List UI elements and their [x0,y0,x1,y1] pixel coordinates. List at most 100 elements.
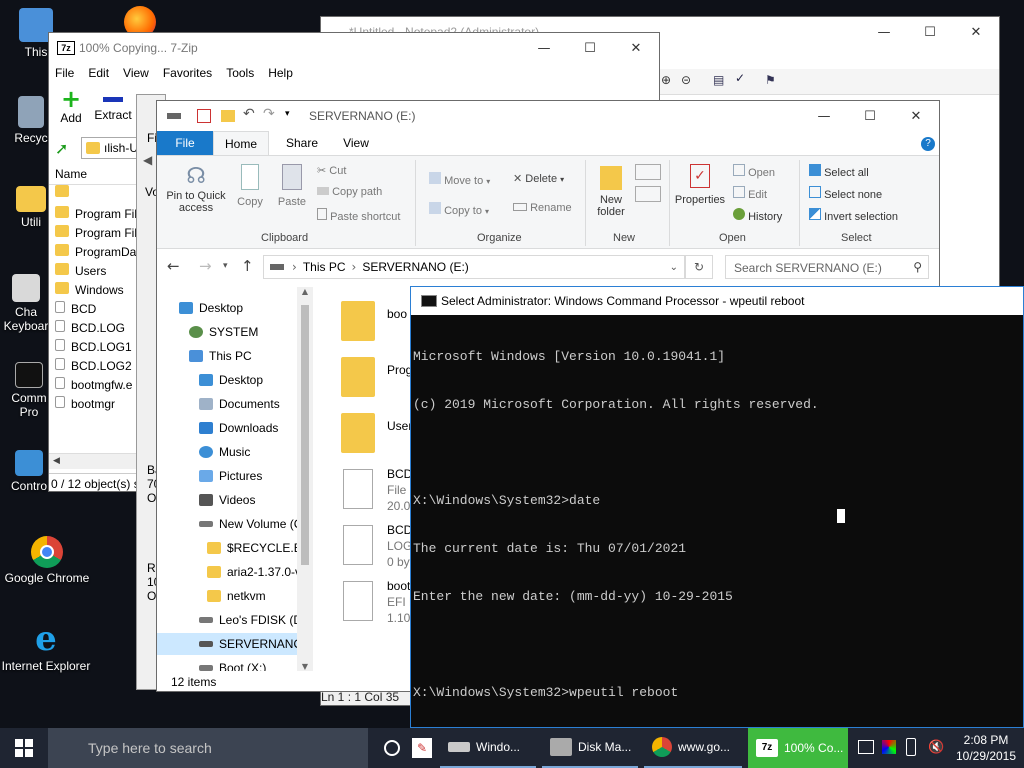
lock-icon[interactable]: ⚑ [765,73,776,87]
7zip-extract-button[interactable]: Extract [91,87,135,122]
tree-item-videos[interactable]: Videos [199,489,255,511]
tree-item-new-volume[interactable]: New Volume (C [199,513,302,535]
tree-item-netkvm[interactable]: netkvm [207,585,266,607]
taskbar-button-chrome[interactable]: www.go... [644,728,742,768]
7zip-add-button[interactable]: + Add [53,87,89,125]
properties-icon[interactable] [197,109,211,123]
file-name[interactable]: Prog [387,363,412,377]
tray-usb-icon[interactable] [906,738,916,756]
tree-item-servernano[interactable]: SERVERNANO [157,633,313,655]
menu-edit[interactable]: Edit [88,66,109,80]
recent-locations-icon[interactable]: ▾ [223,261,228,271]
file-name[interactable]: boot [387,579,410,593]
7zip-up-icon[interactable]: ➚ [55,139,68,158]
taskbar-button-7zip[interactable]: 7z 100% Co... [748,728,848,768]
quick-access-dropdown-icon[interactable]: ▾ [285,109,290,119]
new-item-button[interactable] [635,164,661,180]
tree-item-documents[interactable]: Documents [199,393,280,415]
file-name[interactable]: User [387,419,412,433]
forward-button[interactable]: → [199,257,212,275]
select-all-button[interactable]: Select all [809,164,869,179]
history-button[interactable]: History [733,208,782,223]
select-none-button[interactable]: Select none [809,186,882,201]
menu-file[interactable]: File [55,66,74,80]
tree-item-system[interactable]: SYSTEM [189,321,258,343]
notepad2-maximize-button[interactable]: ☐ [907,17,953,47]
taskbar-search-box[interactable]: Type here to search [48,728,368,768]
list-item[interactable]: Program File [55,225,139,240]
list-item[interactable]: BCD.LOG2 [55,358,132,373]
zoom-in-icon[interactable]: ⊕ [661,73,671,87]
chevron-down-icon[interactable]: ⌄ [670,262,678,273]
tree-item-this-pc[interactable]: This PC [189,345,252,367]
scroll-down-icon[interactable]: ▼ [297,662,313,671]
list-item[interactable]: bootmgr [55,396,115,411]
search-box[interactable]: Search SERVERNANO (E:) ⚲ [725,255,929,279]
ribbon-tab-view[interactable]: View [331,131,381,155]
edge-icon[interactable]: ✎ [412,738,432,758]
easy-access-button[interactable] [635,186,661,202]
ribbon-tab-home[interactable]: Home [213,131,269,156]
tree-item-desktop-2[interactable]: Desktop [199,369,263,391]
open-button[interactable]: Open [733,164,775,179]
view-icon[interactable]: ▤ [713,73,724,87]
copy-to-button[interactable]: Copy to ▾ [429,202,489,217]
breadcrumb-this-pc[interactable]: This PC [303,260,346,274]
tree-item-pictures[interactable]: Pictures [199,465,262,487]
tree-item-music[interactable]: Music [199,441,250,463]
explorer-close-button[interactable]: ✕ [893,101,939,131]
explorer-minimize-button[interactable]: — [801,101,847,131]
tree-item-downloads[interactable]: Downloads [199,417,278,439]
explorer-maximize-button[interactable]: ☐ [847,101,893,131]
notepad2-minimize-button[interactable]: — [861,17,907,47]
tree-item-desktop[interactable]: Desktop [179,297,243,319]
task-view-icon[interactable] [384,740,400,756]
rename-button[interactable]: Rename [513,202,572,214]
start-button[interactable] [0,728,48,768]
redo-icon[interactable]: ↷ [263,106,275,122]
desktop-icon-utilities[interactable]: Utili [10,186,52,229]
menu-tools[interactable]: Tools [226,66,254,80]
cmd-output[interactable]: Microsoft Windows [Version 10.0.19041.1]… [413,317,1021,727]
desktop-icon-cmd[interactable]: Comm Pro [6,362,52,419]
paste-shortcut-button[interactable]: Paste shortcut [317,208,400,223]
list-item[interactable]: BCD [55,301,96,316]
left-arrow-icon[interactable]: ◀ [143,153,152,167]
taskbar-button-disk-management[interactable]: Disk Ma... [542,728,638,768]
ribbon-tab-share[interactable]: Share [277,131,327,155]
desktop-icon-chrome[interactable]: Google Chrome [2,536,92,585]
7zip-minimize-button[interactable]: — [521,33,567,63]
scroll-up-icon[interactable]: ▲ [297,287,313,296]
refresh-button[interactable]: ↻ [685,255,713,279]
cut-button[interactable]: ✂ Cut [317,164,346,177]
breadcrumb-drive[interactable]: SERVERNANO (E:) [362,260,468,274]
copy-button[interactable]: Copy [231,164,269,208]
address-bar[interactable]: › This PC › SERVERNANO (E:) ⌄ [263,255,685,279]
help-icon[interactable]: ? [921,137,935,151]
list-item[interactable]: Program File [55,206,139,221]
7zip-hscrollbar[interactable]: ◀ [49,453,139,469]
tray-display-icon[interactable] [858,740,874,754]
menu-favorites[interactable]: Favorites [163,66,212,80]
pin-quick-access-button[interactable]: ☊ Pin to Quick access [161,164,231,214]
delete-button[interactable]: ✕ Delete ▾ [513,172,564,185]
7zip-maximize-button[interactable]: ☐ [567,33,613,63]
scroll-thumb[interactable] [301,305,309,565]
paste-button[interactable]: Paste [273,164,311,208]
cmd-titlebar[interactable]: Select Administrator: Windows Command Pr… [411,287,1023,315]
list-item[interactable]: Users [55,263,106,278]
7zip-close-button[interactable]: ✕ [613,33,659,63]
edit-button[interactable]: Edit [733,186,767,201]
tree-item-fdisk[interactable]: Leo's FDISK (D: [199,609,305,631]
checkmark-icon[interactable]: ✓ [735,71,745,85]
ribbon-tab-file[interactable]: File [157,131,213,155]
back-button[interactable]: ← [167,257,180,275]
list-item[interactable] [55,185,75,200]
notepad2-close-button[interactable]: ✕ [953,17,999,47]
file-name[interactable]: boo [387,307,407,321]
up-button[interactable]: ↑ [241,257,254,275]
list-item[interactable]: Windows [55,282,124,297]
desktop-icon-control-panel[interactable]: Contro [4,450,54,493]
list-item[interactable]: BCD.LOG1 [55,339,132,354]
properties-button[interactable]: ✓ Properties [671,164,729,206]
